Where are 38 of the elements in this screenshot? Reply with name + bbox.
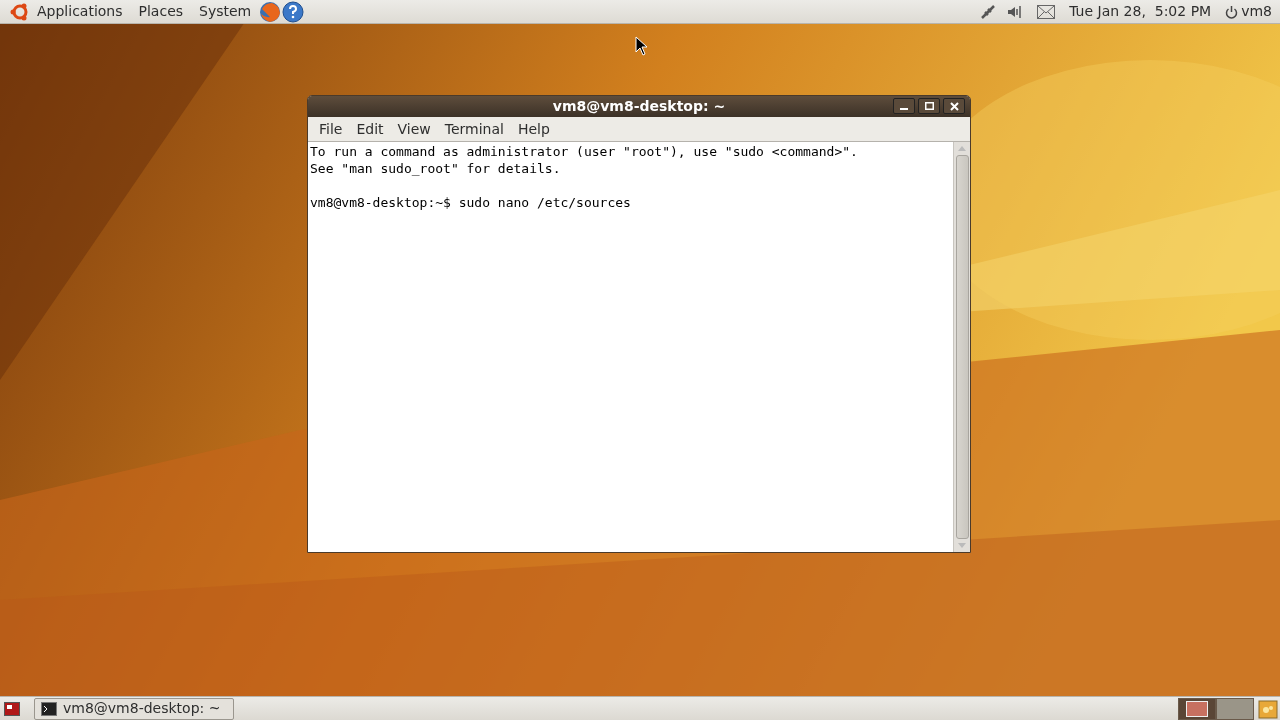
scroll-down-icon (958, 543, 966, 548)
help-icon[interactable] (282, 0, 305, 23)
scroll-up-icon (958, 146, 966, 151)
minimize-button[interactable] (893, 98, 915, 114)
terminal-icon (41, 701, 57, 716)
terminal-line: To run a command as administrator (user "root"), use "sudo <command>". (310, 144, 858, 159)
menu-item[interactable]: View (392, 118, 436, 140)
mail-icon[interactable] (1037, 4, 1056, 19)
menu-item[interactable]: Terminal (439, 118, 509, 140)
user-menu[interactable]: vm8 (1241, 1, 1272, 22)
menu-item[interactable]: File (314, 118, 348, 140)
browser-icon[interactable] (259, 0, 282, 23)
show-desktop-icon[interactable] (4, 701, 20, 716)
menu-item[interactable]: Help (512, 118, 555, 140)
power-icon[interactable] (1225, 4, 1239, 19)
terminal-line: See "man sudo_root" for details. (310, 161, 561, 176)
workspace-button[interactable] (1178, 697, 1216, 720)
clock[interactable]: Tue Jan 28, 5:02 PM (1069, 1, 1212, 22)
maximize-button[interactable] (918, 98, 940, 114)
minimize-icon (900, 108, 908, 110)
volume-icon[interactable] (1007, 3, 1024, 20)
workspace-button[interactable] (1216, 697, 1254, 720)
window-title: vm8@vm8-desktop: ~ (552, 97, 726, 116)
close-button[interactable] (943, 98, 965, 114)
taskbar-button[interactable]: vm8@vm8-desktop: ~ (34, 697, 234, 720)
mouse-cursor-icon (635, 36, 648, 56)
terminal-line: vm8@vm8-desktop:~$ sudo nano /etc/sources (310, 195, 631, 210)
maximize-icon (924, 102, 934, 110)
scrollbar[interactable] (953, 142, 970, 552)
close-icon (949, 101, 959, 111)
scrollbar-thumb[interactable] (955, 155, 969, 539)
trash-icon[interactable] (1258, 698, 1278, 719)
panel-menu[interactable]: System (199, 1, 252, 22)
panel-menu[interactable]: Applications (37, 1, 123, 22)
window-thumbnail-icon (1186, 700, 1208, 717)
panel-menu[interactable]: Places (138, 1, 184, 22)
network-icon[interactable] (979, 2, 998, 21)
menu-item[interactable]: Edit (351, 118, 389, 140)
